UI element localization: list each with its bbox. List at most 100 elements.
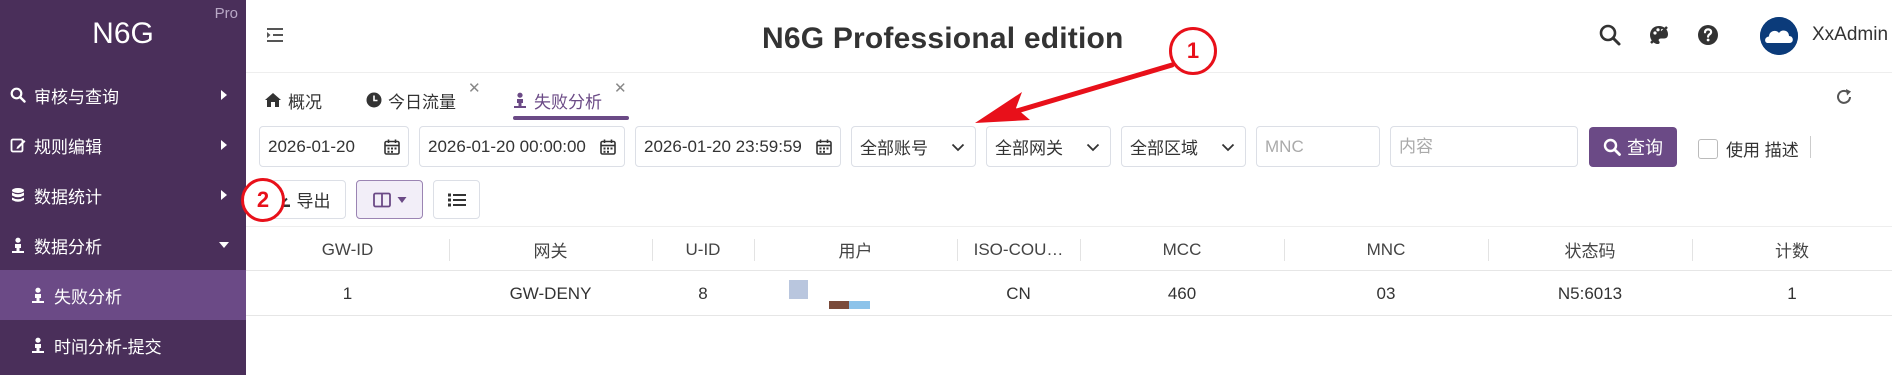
column-header-count[interactable]: 计数 <box>1692 227 1892 272</box>
query-button[interactable]: 查询 <box>1589 127 1677 167</box>
mnc-field[interactable] <box>1256 126 1380 167</box>
table-header: GW-ID 网关 U-ID 用户 ISO-COU… MCC MNC 状态码 计数 <box>246 226 1892 271</box>
column-header-mcc[interactable]: MCC <box>1080 227 1284 272</box>
column-header-user[interactable]: 用户 <box>754 227 957 272</box>
tab-label: 概况 <box>288 92 322 112</box>
calendar-icon <box>600 139 616 155</box>
content-input[interactable] <box>1399 136 1577 157</box>
use-description-toggle[interactable]: 使用 描述 <box>1698 136 1799 161</box>
account-select-value: 全部账号 <box>860 139 928 158</box>
cell-u-id: 8 <box>698 283 708 303</box>
tab-today-traffic[interactable]: 今日流量 <box>366 85 456 115</box>
sidebar-item-label: 数据统计 <box>34 187 102 207</box>
use-description-label: 使用 描述 <box>1726 141 1799 160</box>
cell-user <box>754 271 957 316</box>
menu-collapse-icon[interactable] <box>264 24 286 46</box>
mnc-input[interactable] <box>1265 136 1379 157</box>
sidebar-item-label: 审核与查询 <box>34 87 119 107</box>
chevron-down-icon <box>1221 143 1235 152</box>
start-time-picker[interactable]: 2026-01-20 00:00:00 <box>419 126 625 167</box>
brand-name: N6G <box>92 17 154 50</box>
gateway-select[interactable]: 全部网关 <box>986 126 1111 167</box>
home-icon <box>264 92 282 108</box>
end-time-value: 2026-01-20 23:59:59 <box>644 136 802 156</box>
close-icon[interactable]: ✕ <box>614 79 627 97</box>
tab-bar: 概况 今日流量 ✕ 失败分析 ✕ <box>246 72 1892 122</box>
caret-right-icon <box>221 90 227 100</box>
tab-overview[interactable]: 概况 <box>264 85 322 115</box>
use-description-checkbox[interactable] <box>1698 138 1718 159</box>
cell-status-code: N5:6013 <box>1557 283 1623 303</box>
top-bar: N6G Professional edition XxAdmin <box>246 0 1892 72</box>
chevron-down-icon <box>951 143 965 152</box>
caret-down-icon <box>219 242 229 248</box>
divider <box>1810 136 1811 158</box>
account-select[interactable]: 全部账号 <box>851 126 976 167</box>
caret-down-icon <box>397 196 406 203</box>
sidebar-item-time-analysis[interactable]: 时间分析-提交 <box>0 320 246 370</box>
export-button-label: 导出 <box>296 192 331 211</box>
calendar-icon <box>816 139 832 155</box>
cell-mcc: 460 <box>1167 283 1197 303</box>
column-header-status-code[interactable]: 状态码 <box>1488 227 1692 272</box>
column-header-iso-country[interactable]: ISO-COU… <box>957 227 1080 272</box>
list-view-button[interactable] <box>433 180 480 219</box>
chevron-down-icon <box>1086 143 1100 152</box>
person-icon <box>10 237 26 253</box>
column-header-gateway[interactable]: 网关 <box>449 227 652 272</box>
database-icon <box>10 187 26 203</box>
sidebar: N6G Pro 审核与查询 规则编辑 数据统计 数据分析 失败分析 时间分析-提… <box>0 0 246 375</box>
app-window: N6G Pro 审核与查询 规则编辑 数据统计 数据分析 失败分析 时间分析-提… <box>0 0 1892 375</box>
refresh-icon[interactable] <box>1834 87 1854 107</box>
columns-icon <box>372 192 391 207</box>
column-header-mnc[interactable]: MNC <box>1284 227 1488 272</box>
cell-iso-country: CN <box>1006 283 1031 303</box>
active-tab-indicator <box>513 116 629 120</box>
query-button-label: 查询 <box>1627 138 1663 158</box>
sidebar-item-label: 时间分析-提交 <box>54 337 162 357</box>
column-header-gw-id[interactable]: GW-ID <box>246 227 449 272</box>
calendar-icon <box>384 139 400 155</box>
cell-count: 1 <box>1787 283 1797 303</box>
date-value: 2026-01-20 <box>268 136 355 156</box>
page-title: N6G Professional edition <box>762 22 1124 55</box>
region-select[interactable]: 全部区域 <box>1121 126 1246 167</box>
caret-right-icon <box>221 140 227 150</box>
cell-gateway: GW-DENY <box>509 283 592 303</box>
cell-mnc: 03 <box>1376 283 1396 303</box>
sidebar-item-rule-edit[interactable]: 规则编辑 <box>0 120 246 170</box>
palette-icon[interactable] <box>1647 23 1671 47</box>
tab-label: 失败分析 <box>534 92 602 112</box>
start-time-value: 2026-01-20 00:00:00 <box>428 136 586 156</box>
person-icon <box>512 92 528 108</box>
annotation-marker-2: 2 <box>241 178 285 222</box>
sidebar-item-data-analysis[interactable]: 数据分析 <box>0 220 246 270</box>
sidebar-item-failure-analysis[interactable]: 失败分析 <box>0 270 246 320</box>
edit-icon <box>10 137 26 153</box>
sidebar-item-audit-query[interactable]: 审核与查询 <box>0 70 246 120</box>
close-icon[interactable]: ✕ <box>468 79 481 97</box>
search-icon <box>1603 138 1621 156</box>
user-name[interactable]: XxAdmin <box>1812 24 1888 46</box>
content-field[interactable] <box>1390 126 1578 167</box>
search-icon[interactable] <box>1598 23 1622 47</box>
tab-failure-analysis[interactable]: 失败分析 <box>512 85 602 115</box>
person-icon <box>30 337 46 353</box>
date-picker[interactable]: 2026-01-20 <box>259 126 409 167</box>
cell-gw-id: 1 <box>342 283 353 303</box>
column-header-u-id[interactable]: U-ID <box>652 227 754 272</box>
avatar[interactable] <box>1760 17 1798 55</box>
column-toggle-button[interactable] <box>356 180 423 219</box>
sidebar-item-data-stats[interactable]: 数据统计 <box>0 170 246 220</box>
end-time-picker[interactable]: 2026-01-20 23:59:59 <box>635 126 841 167</box>
sidebar-item-label: 失败分析 <box>54 287 122 307</box>
search-icon <box>10 87 26 103</box>
table-row[interactable]: 1 GW-DENY 8 CN 460 03 N5:6013 1 <box>246 271 1892 316</box>
brand: N6G Pro <box>0 0 246 70</box>
clock-icon <box>366 92 382 108</box>
brand-tag: Pro <box>214 5 238 22</box>
list-icon <box>447 193 466 206</box>
redacted-user-image <box>788 279 870 309</box>
help-icon[interactable] <box>1696 23 1720 47</box>
region-select-value: 全部区域 <box>1130 139 1198 158</box>
